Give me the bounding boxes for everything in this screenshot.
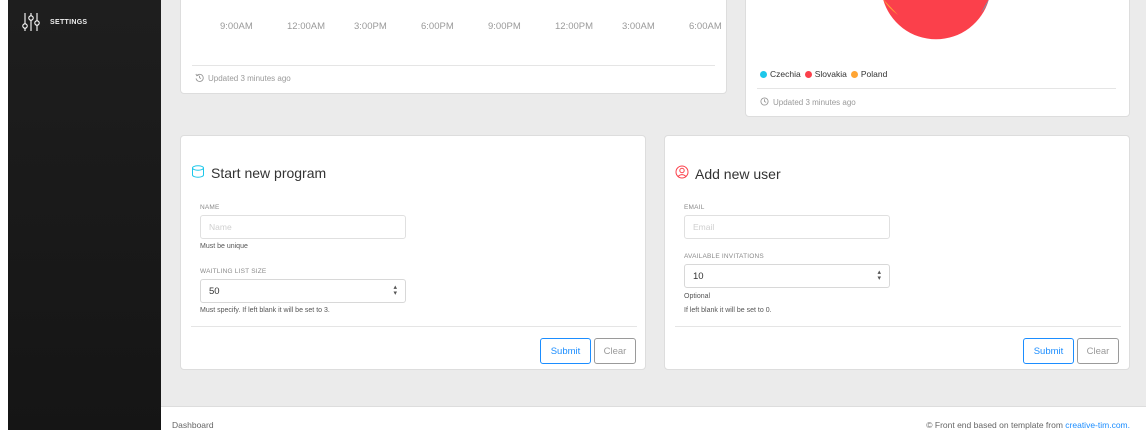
history-icon — [195, 73, 204, 84]
legend-dot — [850, 70, 858, 78]
waitlist-help: Must specify. If left blank it will be s… — [200, 307, 330, 314]
card-title-text: Start new program — [211, 165, 327, 181]
card-title: Start new program — [191, 165, 326, 181]
card-divider — [675, 326, 1121, 327]
clear-button[interactable]: Clear — [1077, 338, 1119, 364]
x-tick-label: 6:00AM — [689, 21, 722, 32]
email-label: EMAIL — [684, 204, 705, 211]
user-form-card: Add new user EMAIL AVAILABLE INVITATIONS… — [664, 135, 1130, 370]
sidebar: SETTINGS — [8, 0, 161, 430]
x-tick-label: 3:00PM — [354, 21, 387, 32]
pie-chart — [883, 0, 989, 40]
invitations-label: AVAILABLE INVITATIONS — [684, 253, 764, 260]
footer-credit: © Front end based on template from creat… — [926, 420, 1130, 430]
invitations-value: 10 — [693, 270, 704, 282]
legend-label: Slovakia — [814, 69, 847, 79]
spinner-icon[interactable]: ▴ ▾ — [877, 269, 881, 282]
x-tick-label: 12:00AM — [287, 21, 326, 32]
pie-slice-slovakia — [883, 0, 989, 40]
legend-label: Czechia — [770, 69, 801, 79]
name-input[interactable] — [200, 215, 406, 239]
waitlist-size-input[interactable]: 50 ▴ ▾ — [200, 279, 406, 303]
card-divider — [191, 326, 637, 327]
card-title: Add new user — [675, 165, 781, 182]
invitations-input[interactable]: 10 ▴ ▾ — [684, 264, 890, 288]
submit-button[interactable]: Submit — [1023, 338, 1074, 364]
updated-text: Updated 3 minutes ago — [208, 74, 291, 83]
invitations-help-blank: If left blank it will be set to 0. — [684, 307, 772, 314]
database-icon — [191, 165, 205, 181]
x-tick-label: 9:00PM — [488, 21, 521, 32]
card-title-text: Add new user — [695, 165, 781, 182]
sidebar-item-settings[interactable]: SETTINGS — [22, 12, 87, 32]
legend-label: Poland — [860, 69, 888, 79]
card-divider — [192, 65, 715, 66]
submit-button[interactable]: Submit — [540, 338, 591, 364]
card-divider — [757, 88, 1116, 89]
chart-card: 9:00AM 12:00AM 3:00PM 6:00PM 9:00PM 12:0… — [180, 0, 727, 94]
name-label: NAME — [200, 204, 220, 211]
x-tick-label: 6:00PM — [421, 21, 454, 32]
user-icon — [675, 165, 689, 182]
sidebar-item-label: SETTINGS — [50, 18, 88, 26]
x-tick-label: 9:00AM — [220, 21, 253, 32]
email-input[interactable] — [684, 215, 890, 239]
waitlist-value: 50 — [209, 285, 220, 297]
sliders-icon — [22, 12, 40, 32]
creative-tim-link[interactable]: creative-tim.com. — [1065, 420, 1130, 430]
updated-status: Updated 3 minutes ago — [195, 73, 291, 84]
updated-text: Updated 3 minutes ago — [773, 98, 856, 107]
name-help: Must be unique — [200, 243, 248, 250]
legend-dot — [804, 70, 812, 78]
x-tick-label: 12:00PM — [555, 21, 594, 32]
updated-status: Updated 3 minutes ago — [760, 97, 856, 108]
pie-legend: Czechia Slovakia Poland — [760, 69, 891, 79]
invitations-help-optional: Optional — [684, 293, 711, 300]
footer-dashboard-link[interactable]: Dashboard — [172, 420, 214, 430]
legend-item: Czechia — [760, 69, 801, 79]
clear-button[interactable]: Clear — [594, 338, 636, 364]
legend-item: Slovakia — [804, 69, 847, 79]
legend-item: Poland — [850, 69, 888, 79]
clock-icon — [760, 97, 769, 108]
pie-card: Czechia Slovakia Poland Updated 3 minute… — [745, 0, 1130, 117]
spinner-icon[interactable]: ▴ ▾ — [393, 284, 397, 297]
waitlist-label: WAITLING LIST SIZE — [200, 268, 267, 275]
footer-credit-text: © Front end based on template from — [926, 420, 1066, 430]
page-footer: Dashboard © Front end based on template … — [161, 406, 1146, 430]
program-form-card: Start new program NAME Must be unique WA… — [180, 135, 646, 370]
legend-dot — [760, 70, 767, 78]
x-tick-label: 3:00AM — [622, 21, 655, 32]
left-edge — [0, 0, 8, 430]
